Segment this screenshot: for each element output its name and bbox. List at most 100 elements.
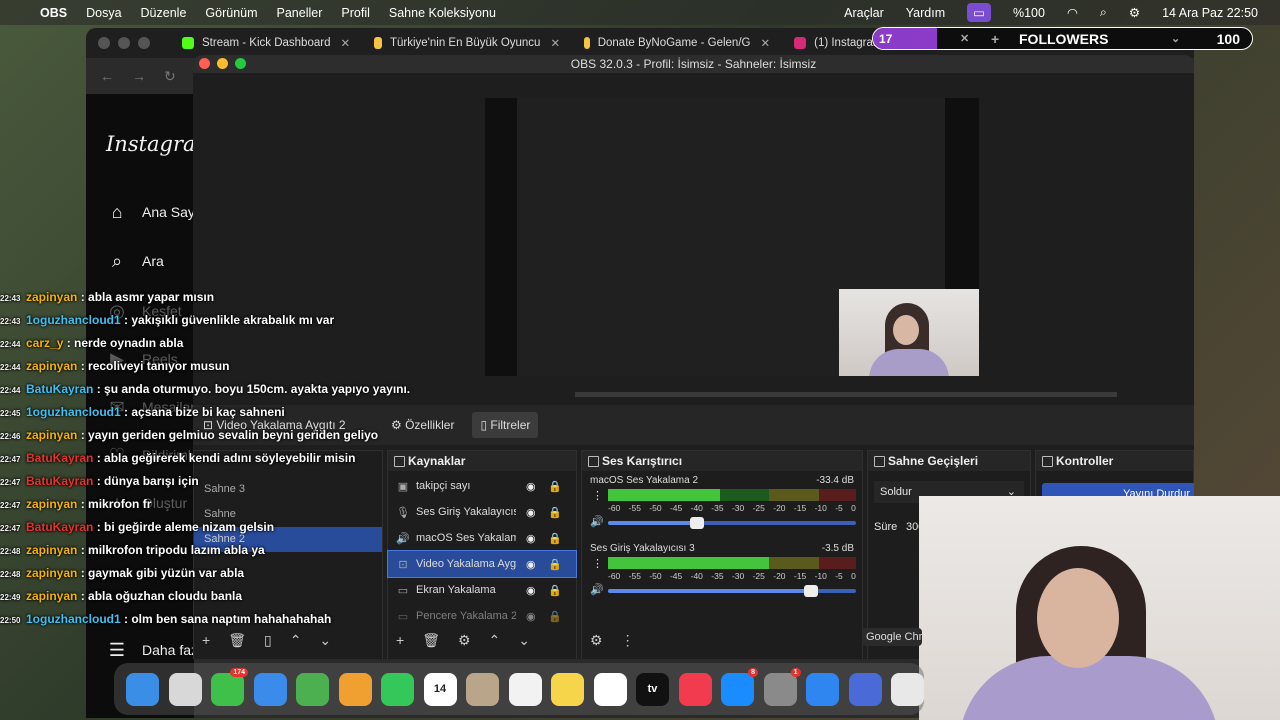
notes-icon[interactable] bbox=[551, 672, 584, 706]
tab-bynogame[interactable]: Türkiye'nin En Büyük Oyuncu ✕ bbox=[362, 28, 572, 58]
launchpad-icon[interactable] bbox=[168, 672, 202, 706]
close-tab-icon[interactable]: ✕ bbox=[550, 36, 560, 50]
chat-text: : mikrofon fr bbox=[80, 497, 152, 511]
mixer-toolbar: ⚙ ⋮ bbox=[590, 632, 635, 649]
move-down-icon[interactable]: ⌄ bbox=[518, 632, 530, 649]
close-window-button[interactable] bbox=[98, 37, 110, 49]
wifi-icon[interactable]: ◠ bbox=[1067, 5, 1078, 20]
menu-file[interactable]: Dosya bbox=[86, 6, 121, 20]
photos-icon[interactable] bbox=[338, 672, 372, 706]
window-controls bbox=[98, 37, 150, 49]
chat-time: 22:44 bbox=[0, 340, 21, 349]
freeform-icon[interactable] bbox=[593, 672, 627, 706]
mixer-settings-icon[interactable]: ⚙ bbox=[590, 632, 603, 649]
menu-view[interactable]: Görünüm bbox=[205, 6, 257, 20]
contacts-icon[interactable] bbox=[466, 672, 499, 706]
battery-percent: %100 bbox=[1012, 5, 1045, 20]
facetime-icon[interactable] bbox=[381, 672, 414, 706]
menu-help[interactable]: Yardım bbox=[906, 6, 945, 20]
reload-icon[interactable]: ↻ bbox=[164, 68, 176, 85]
close-tab-icon[interactable]: ✕ bbox=[340, 36, 350, 50]
finder-icon[interactable] bbox=[126, 672, 159, 706]
settings-icon[interactable]: 1 bbox=[763, 667, 801, 706]
clock[interactable]: 14 Ara Paz 22:50 bbox=[1162, 6, 1258, 20]
minimize-window-button[interactable] bbox=[217, 58, 228, 69]
volume-knob[interactable] bbox=[690, 517, 705, 529]
zoom-window-button[interactable] bbox=[138, 37, 150, 49]
minimize-window-button[interactable] bbox=[118, 37, 130, 49]
safari-icon[interactable] bbox=[806, 672, 839, 706]
macos-dock: 174 14 tv 8 1 bbox=[114, 663, 924, 715]
chat-time: 22:43 bbox=[0, 294, 21, 303]
move-up-icon[interactable]: ⌃ bbox=[489, 632, 501, 649]
chat-user: zapinyan bbox=[26, 290, 78, 304]
chat-user: zapinyan bbox=[26, 497, 78, 511]
menu-app-name[interactable]: OBS bbox=[40, 6, 67, 20]
volume-slider[interactable] bbox=[608, 585, 856, 597]
speaker-icon[interactable]: 🔊 bbox=[590, 583, 604, 596]
eye-icon[interactable]: ◉ bbox=[526, 532, 536, 545]
menu-edit[interactable]: Düzenle bbox=[141, 6, 187, 20]
chrome-icon[interactable] bbox=[891, 672, 924, 706]
preview-scrollbar[interactable] bbox=[575, 392, 1117, 397]
lock-icon[interactable]: 🔒 bbox=[548, 506, 562, 519]
lock-icon[interactable]: 🔒 bbox=[548, 480, 562, 493]
lock-icon[interactable]: 🔒 bbox=[548, 610, 562, 623]
mixer-menu-icon[interactable]: ⋮ bbox=[621, 632, 635, 649]
mail-icon[interactable] bbox=[253, 672, 287, 706]
eye-icon[interactable]: ◉ bbox=[526, 480, 536, 493]
volume-slider[interactable] bbox=[608, 517, 856, 529]
tab-label: Stream - Kick Dashboard bbox=[202, 37, 331, 49]
back-icon[interactable]: ← bbox=[100, 68, 114, 84]
messages-icon[interactable]: 174 bbox=[211, 667, 248, 706]
chat-user: 1oguzhancloud1 bbox=[26, 313, 121, 327]
chat-text: : gaymak gibi yüzün var abla bbox=[80, 566, 245, 580]
nav-search[interactable]: ⌕ Ara bbox=[106, 250, 164, 272]
eye-off-icon[interactable]: ◉ bbox=[526, 610, 536, 623]
menu-profile[interactable]: Profil bbox=[341, 6, 369, 20]
appletv-icon[interactable]: tv bbox=[636, 672, 669, 706]
screen-record-icon[interactable]: ▭ bbox=[967, 3, 991, 22]
speaker-icon[interactable]: 🔊 bbox=[590, 515, 604, 528]
mixer-channel: macOS Ses Yakalama 2 -33.4 dB ⋮ -60 -55 -50 -4… bbox=[582, 471, 862, 539]
chat-user: BatuKayran bbox=[26, 520, 94, 534]
spotlight-icon[interactable]: ⌕ bbox=[1100, 5, 1107, 20]
chat-text: : olm ben sana naptım hahahahahah bbox=[124, 612, 332, 626]
maps-icon[interactable] bbox=[296, 672, 329, 706]
eye-icon[interactable]: ◉ bbox=[526, 506, 536, 519]
menu-tools[interactable]: Araçlar bbox=[844, 6, 884, 20]
volume-knob[interactable] bbox=[804, 585, 819, 597]
chat-time: 22:44 bbox=[0, 363, 21, 372]
instagram-icon bbox=[794, 37, 807, 49]
webcam-feed bbox=[919, 496, 1280, 720]
lock-icon[interactable]: 🔒 bbox=[548, 532, 562, 545]
lock-icon[interactable]: 🔒 bbox=[548, 584, 562, 597]
meter-tick: -40 bbox=[690, 571, 703, 581]
forward-icon[interactable]: → bbox=[132, 68, 146, 84]
zoom-window-button[interactable] bbox=[235, 58, 246, 69]
channel-menu-icon[interactable]: ⋮ bbox=[592, 557, 603, 570]
filters-button[interactable]: ▯ Filtreler bbox=[472, 412, 539, 438]
control-center-icon[interactable]: ⚙ bbox=[1129, 5, 1140, 20]
eye-icon[interactable]: ◉ bbox=[526, 558, 536, 571]
dock-tooltip: Google Chrome bbox=[862, 628, 922, 646]
lock-icon[interactable]: 🔒 bbox=[548, 558, 562, 571]
meter-tick: -10 bbox=[814, 503, 827, 513]
close-tab-icon[interactable]: ✕ bbox=[760, 36, 770, 50]
close-window-button[interactable] bbox=[199, 58, 210, 69]
tab-donate[interactable]: Donate ByNoGame - Gelen/G ✕ bbox=[572, 28, 782, 58]
obs-preview[interactable] bbox=[485, 98, 979, 376]
appstore-icon[interactable]: 8 bbox=[721, 667, 758, 706]
menu-scene-collection[interactable]: Sahne Koleksiyonu bbox=[389, 6, 496, 20]
eye-icon[interactable]: ◉ bbox=[526, 584, 536, 597]
app-glyph: 14 bbox=[433, 683, 447, 695]
music-icon[interactable] bbox=[678, 672, 712, 706]
tab-kick[interactable]: Stream - Kick Dashboard ✕ bbox=[170, 28, 362, 58]
simulator-icon[interactable] bbox=[848, 672, 882, 706]
menu-docks[interactable]: Paneller bbox=[277, 6, 323, 20]
nav-home[interactable]: ⌂ Ana Sayfa bbox=[106, 201, 207, 223]
reminders-icon[interactable] bbox=[508, 672, 542, 706]
level-meter bbox=[608, 557, 856, 569]
channel-menu-icon[interactable]: ⋮ bbox=[592, 489, 603, 502]
calendar-icon[interactable]: 14 bbox=[423, 672, 457, 706]
